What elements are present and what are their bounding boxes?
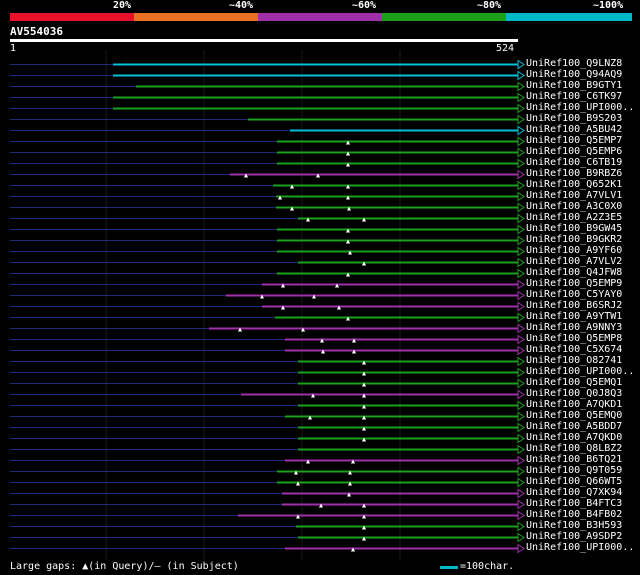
alignment-end-arrow <box>517 125 525 136</box>
alignment-end-arrow <box>517 334 525 345</box>
alignment-end-arrow <box>517 488 525 499</box>
alignment-end-arrow <box>517 389 525 400</box>
hit-label[interactable]: UniRef100_Q9LNZ8 <box>526 59 622 69</box>
hit-label[interactable]: UniRef100_Q7XK94 <box>526 488 622 498</box>
alignment-end-arrow <box>517 147 525 158</box>
alignment-end-arrow <box>517 290 525 301</box>
alignment-end-arrow <box>517 202 525 213</box>
hit-label[interactable]: UniRef100_A7VLV2 <box>526 257 622 267</box>
hit-label[interactable]: UniRef100_C5YAY0 <box>526 290 622 300</box>
alignment-end-arrow <box>517 411 525 422</box>
hit-label[interactable]: UniRef100_Q5EMP7 <box>526 136 622 146</box>
hit-label[interactable]: UniRef100_Q5EMP9 <box>526 279 622 289</box>
alignment-end-arrow <box>517 213 525 224</box>
alignment-end-arrow <box>517 378 525 389</box>
hit-label[interactable]: UniRef100_Q5EMP6 <box>526 147 622 157</box>
hit-label[interactable]: UniRef100_Q8LBZ2 <box>526 444 622 454</box>
alignment-end-arrow <box>517 422 525 433</box>
hit-label[interactable]: UniRef100_A5BDD7 <box>526 422 622 432</box>
alignment-end-arrow <box>517 466 525 477</box>
hit-label[interactable]: UniRef100_B9GW45 <box>526 224 622 234</box>
alignment-end-arrow <box>517 532 525 543</box>
alignment-end-arrow <box>517 543 525 554</box>
hit-label[interactable]: UniRef100_C5X674 <box>526 345 622 355</box>
alignment-end-arrow <box>517 246 525 257</box>
alignment-end-arrow <box>517 433 525 444</box>
alignment-end-arrow <box>517 444 525 455</box>
hit-label[interactable]: UniRef100_B9S203 <box>526 114 622 124</box>
scale-label: =100char. <box>460 561 515 572</box>
alignment-end-arrow <box>517 312 525 323</box>
hit-label[interactable]: UniRef100_Q4JFW8 <box>526 268 622 278</box>
hit-label[interactable]: UniRef100_B4FB02 <box>526 510 622 520</box>
hit-label[interactable]: UniRef100_A2Z3E5 <box>526 213 622 223</box>
hit-label[interactable]: UniRef100_Q5EMP8 <box>526 334 622 344</box>
hit-label[interactable]: UniRef100_B9GKR2 <box>526 235 622 245</box>
hit-label[interactable]: UniRef100_A7QKD1 <box>526 400 622 410</box>
alignment-end-arrow <box>517 235 525 246</box>
hit-label[interactable]: UniRef100_A9YF60 <box>526 246 622 256</box>
alignment-end-arrow <box>517 257 525 268</box>
alignment-end-arrow <box>517 323 525 334</box>
hit-label[interactable]: UniRef100_Q5EMQ0 <box>526 411 622 421</box>
hit-label[interactable]: UniRef100_B4FTC3 <box>526 499 622 509</box>
hit-label[interactable]: UniRef100_A7VLV1 <box>526 191 622 201</box>
alignment-end-arrow <box>517 400 525 411</box>
alignment-end-arrow <box>517 279 525 290</box>
alignment-end-arrow <box>517 499 525 510</box>
hit-label[interactable]: UniRef100_A9SDP2 <box>526 532 622 542</box>
hit-label[interactable]: UniRef100_B9GTY1 <box>526 81 622 91</box>
alignment-end-arrow <box>517 81 525 92</box>
hit-label[interactable]: UniRef100_A9NNY3 <box>526 323 622 333</box>
hit-label[interactable]: UniRef100_Q94AQ9 <box>526 70 622 80</box>
large-gaps-legend: Large gaps: ▲(in Query)/– (in Subject) <box>10 561 239 572</box>
hit-label[interactable]: UniRef100_A5BU42 <box>526 125 622 135</box>
hit-label[interactable]: UniRef100_A3C0X0 <box>526 202 622 212</box>
hit-label[interactable]: UniRef100_O82741 <box>526 356 622 366</box>
hit-label[interactable]: UniRef100_UPI000.. <box>526 543 634 553</box>
hit-label[interactable]: UniRef100_UPI000.. <box>526 367 634 377</box>
hit-label[interactable]: UniRef100_Q5EMQ1 <box>526 378 622 388</box>
alignment-end-arrow <box>517 180 525 191</box>
hit-label[interactable]: UniRef100_Q66WT5 <box>526 477 622 487</box>
alignment-end-arrow <box>517 136 525 147</box>
hit-label[interactable]: UniRef100_C6TK97 <box>526 92 622 102</box>
alignment-end-arrow <box>517 92 525 103</box>
hit-label[interactable]: UniRef100_C6TB19 <box>526 158 622 168</box>
alignment-end-arrow <box>517 345 525 356</box>
hit-label[interactable]: UniRef100_B3H593 <box>526 521 622 531</box>
alignment-end-arrow <box>517 301 525 312</box>
alignment-end-arrow <box>517 510 525 521</box>
alignment-end-arrow <box>517 224 525 235</box>
scale-sample-line <box>440 566 458 569</box>
hit-label[interactable]: UniRef100_Q0J8Q3 <box>526 389 622 399</box>
alignment-end-arrow <box>517 356 525 367</box>
alignment-end-arrow <box>517 103 525 114</box>
hit-label[interactable]: UniRef100_B6TQ21 <box>526 455 622 465</box>
hit-label[interactable]: UniRef100_B9RBZ6 <box>526 169 622 179</box>
alignment-end-arrow <box>517 367 525 378</box>
hit-label[interactable]: UniRef100_Q9T059 <box>526 466 622 476</box>
alignment-end-arrow <box>517 268 525 279</box>
alignment-end-arrow <box>517 114 525 125</box>
alignment-end-arrow <box>517 158 525 169</box>
alignment-end-arrow <box>517 191 525 202</box>
hit-label[interactable]: UniRef100_A7QKD0 <box>526 433 622 443</box>
hit-label[interactable]: UniRef100_Q652K1 <box>526 180 622 190</box>
hit-label[interactable]: UniRef100_B6SRJ2 <box>526 301 622 311</box>
alignment-end-arrow <box>517 521 525 532</box>
alignment-end-arrow <box>517 70 525 81</box>
alignment-end-arrow <box>517 169 525 180</box>
alignment-end-arrow <box>517 59 525 70</box>
hit-label[interactable]: UniRef100_A9YTW1 <box>526 312 622 322</box>
hit-label[interactable]: UniRef100_UPI000.. <box>526 103 634 113</box>
alignment-end-arrow <box>517 477 525 488</box>
alignment-end-arrow <box>517 455 525 466</box>
